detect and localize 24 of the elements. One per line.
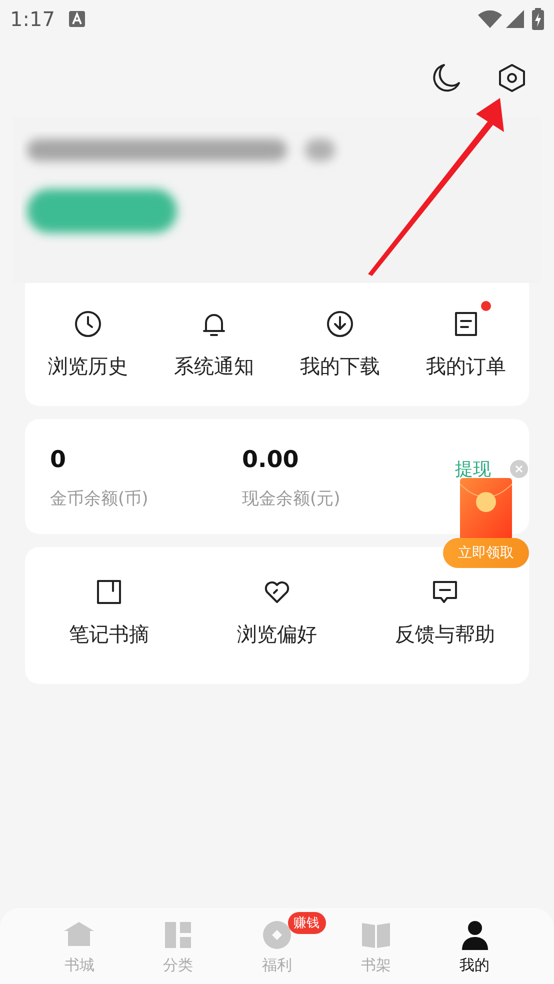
tool-label[interactable]: 浏览偏好 <box>237 621 317 648</box>
nav-tab[interactable]: 我的 <box>425 908 524 984</box>
note-icon <box>94 577 124 607</box>
tool-label[interactable]: 笔记书摘 <box>69 621 149 648</box>
balance-value: 0.00 <box>242 447 300 473</box>
balance-value: 0 <box>50 447 68 473</box>
balance-label: 现金余额(元) <box>242 488 342 510</box>
keyboard-indicator-icon <box>68 11 85 27</box>
download-icon <box>325 309 355 339</box>
status-time: 1:17 <box>10 7 55 31</box>
tool-label[interactable]: 反馈与帮助 <box>395 621 495 648</box>
clock-icon <box>73 309 103 339</box>
settings-icon[interactable] <box>496 62 528 94</box>
shortcut-label[interactable]: 系统通知 <box>174 353 254 380</box>
shortcut-label[interactable]: 我的下载 <box>300 353 380 380</box>
battery-icon <box>532 8 544 30</box>
balance-label: 金币余额(币) <box>50 488 150 510</box>
nav-tab[interactable]: 福利 赚钱 <box>228 908 326 984</box>
shortcut-label[interactable]: 我的订单 <box>426 353 506 380</box>
moon-icon[interactable] <box>430 62 462 94</box>
nav-badge: 赚钱 <box>288 912 326 934</box>
shortcut-label[interactable]: 浏览历史 <box>48 353 128 380</box>
signal-icon <box>506 10 524 28</box>
wifi-icon <box>478 10 502 28</box>
